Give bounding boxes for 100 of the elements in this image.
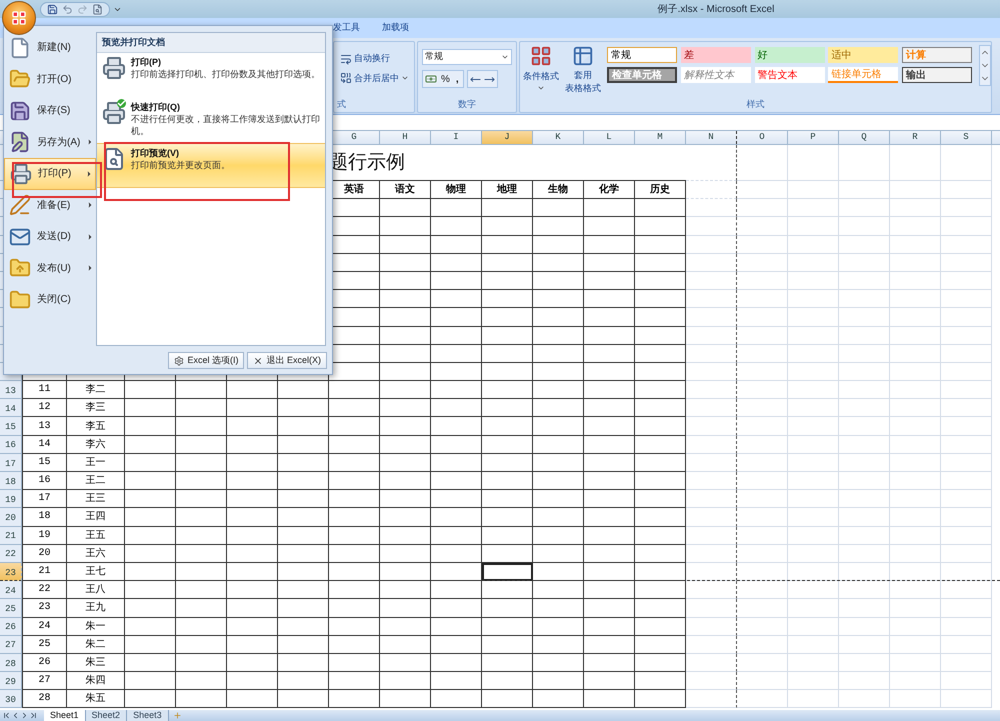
cell-style-swatch[interactable]: 适中 <box>828 47 898 63</box>
row-header[interactable]: 20 <box>0 508 22 527</box>
table-cell: 王八 <box>67 581 125 600</box>
menu-item[interactable]: 保存(S) <box>4 95 96 126</box>
table-cell: 李三 <box>67 399 125 418</box>
table-cell: 王二 <box>67 472 125 490</box>
row-header[interactable]: 25 <box>0 599 22 618</box>
ribbon-tab[interactable]: 加载项 <box>382 21 409 35</box>
table-cell: 23 <box>22 599 67 618</box>
table-cell: 28 <box>22 690 67 708</box>
submenu-item[interactable]: 打印(P) 打印前选择打印机、打印份数及其他打印选项。 <box>97 53 325 98</box>
menu-item[interactable]: 另存为(A) <box>4 126 96 158</box>
table-cell: 朱三 <box>67 654 125 672</box>
column-title-cell: 历史 <box>635 181 686 200</box>
table-cell: 26 <box>22 654 67 672</box>
menu-item[interactable]: 关闭(C) <box>4 284 96 316</box>
row-header[interactable]: 19 <box>0 490 22 508</box>
submenu-item-title: 打印预览(V) <box>131 147 180 159</box>
column-header[interactable]: M <box>635 131 686 144</box>
menu-item[interactable]: 打印(P) <box>4 158 96 190</box>
column-header[interactable]: L <box>584 131 635 144</box>
column-title-cell: 物理 <box>431 181 482 200</box>
submenu-item[interactable]: 打印预览(V) 打印前预览并更改页面。 <box>97 143 325 188</box>
row-header[interactable]: 29 <box>0 672 22 690</box>
table-cell: 19 <box>22 526 67 545</box>
table-cell: 王三 <box>67 490 125 508</box>
column-header[interactable]: O <box>737 131 788 144</box>
column-header[interactable]: N <box>686 131 737 144</box>
table-cell: 王五 <box>67 526 125 545</box>
window-title: 例子.xlsx - Microsoft Excel <box>658 2 774 16</box>
column-header[interactable]: J <box>482 131 533 144</box>
table-cell: 11 <box>22 381 67 400</box>
column-header[interactable]: H <box>380 131 431 144</box>
column-header[interactable]: R <box>890 131 941 144</box>
row-header[interactable]: 16 <box>0 436 22 454</box>
sheet-tab[interactable]: Sheet1 <box>44 710 86 721</box>
table-cell: 21 <box>22 562 67 582</box>
row-header[interactable]: 18 <box>0 472 22 490</box>
submenu-item-description: 打印前选择打印机、打印份数及其他打印选项。 <box>131 68 320 80</box>
column-header[interactable]: Q <box>839 131 890 144</box>
table-cell: 20 <box>22 544 67 563</box>
submenu-title: 预览并打印文档 <box>97 33 325 53</box>
table-cell: 18 <box>22 508 67 527</box>
table-cell: 李五 <box>67 417 125 436</box>
group-label: 式 <box>336 98 347 111</box>
row-header[interactable]: 23 <box>0 562 22 582</box>
merge-center-button[interactable]: 合并后居中 <box>340 72 414 85</box>
menu-item[interactable]: 发布(U) <box>4 252 96 284</box>
row-header[interactable]: 24 <box>0 581 22 600</box>
number-format-dropdown[interactable]: 常规 <box>422 49 512 65</box>
row-header[interactable]: 14 <box>0 399 22 418</box>
cell-style-swatch[interactable]: 警告文本 <box>754 67 825 83</box>
row-header[interactable]: 21 <box>0 526 22 545</box>
row-header[interactable]: 30 <box>0 690 22 708</box>
table-cell: 14 <box>22 436 67 454</box>
menu-item[interactable]: 打开(O) <box>4 64 96 95</box>
menu-item[interactable]: 准备(E) <box>4 190 96 221</box>
cell-style-swatch[interactable]: 常规 <box>607 47 677 63</box>
row-header[interactable]: 15 <box>0 417 22 436</box>
column-header[interactable]: K <box>533 131 584 144</box>
table-cell: 王七 <box>67 562 125 582</box>
column-title-cell: 生物 <box>533 181 584 200</box>
submenu-item-title: 快速打印(Q) <box>131 101 181 113</box>
table-cell: 22 <box>22 581 67 600</box>
column-header[interactable]: P <box>788 131 839 144</box>
options-button[interactable]: Excel 选项(I) <box>168 352 244 369</box>
row-header[interactable]: 13 <box>0 381 22 400</box>
row-header[interactable]: 27 <box>0 636 22 654</box>
percent-button[interactable]: % <box>441 72 450 86</box>
sheet-tab[interactable]: Sheet3 <box>127 710 169 721</box>
sheet-tab[interactable]: Sheet2 <box>86 710 128 721</box>
cell-style-swatch[interactable]: 解释性文本 <box>680 67 751 83</box>
table-cell: 朱五 <box>67 690 125 708</box>
table-cell: 16 <box>22 472 67 490</box>
table-cell: 24 <box>22 618 67 636</box>
submenu-item-description: 打印前预览并更改页面。 <box>131 159 230 171</box>
menu-item[interactable]: 新建(N) <box>4 32 96 64</box>
column-title-cell: 语文 <box>380 181 431 200</box>
cell-style-swatch[interactable]: 差 <box>680 47 751 63</box>
comma-button[interactable]: , <box>454 72 461 86</box>
cell-style-swatch[interactable]: 输出 <box>902 67 972 83</box>
row-header[interactable]: 17 <box>0 454 22 472</box>
table-cell: 25 <box>22 636 67 654</box>
cell-style-swatch[interactable]: 好 <box>754 47 825 63</box>
column-header[interactable]: S <box>941 131 992 144</box>
table-cell: 李六 <box>67 436 125 454</box>
submenu-item[interactable]: 快速打印(Q) 不进行任何更改，直接将工作簿发送到默认打印机。 <box>97 98 325 143</box>
row-header[interactable]: 28 <box>0 654 22 672</box>
row-header[interactable]: 26 <box>0 618 22 636</box>
submenu-item-description: 不进行任何更改，直接将工作簿发送到默认打印机。 <box>131 113 320 137</box>
column-title-cell: 地理 <box>482 181 533 200</box>
table-cell: 13 <box>22 417 67 436</box>
row-header[interactable]: 22 <box>0 544 22 563</box>
ribbon-tab[interactable]: 发工具 <box>333 21 360 35</box>
exit-button[interactable]: 退出 Excel(X) <box>247 352 327 369</box>
format-as-table-button[interactable]: 套用 表格格式 <box>565 45 601 95</box>
conditional-format-button[interactable]: 条件格式 <box>523 45 559 92</box>
wrap-text-button[interactable]: 自动换行 <box>340 52 414 66</box>
table-cell: 王一 <box>67 454 125 472</box>
menu-item[interactable]: 发送(D) <box>4 221 96 252</box>
